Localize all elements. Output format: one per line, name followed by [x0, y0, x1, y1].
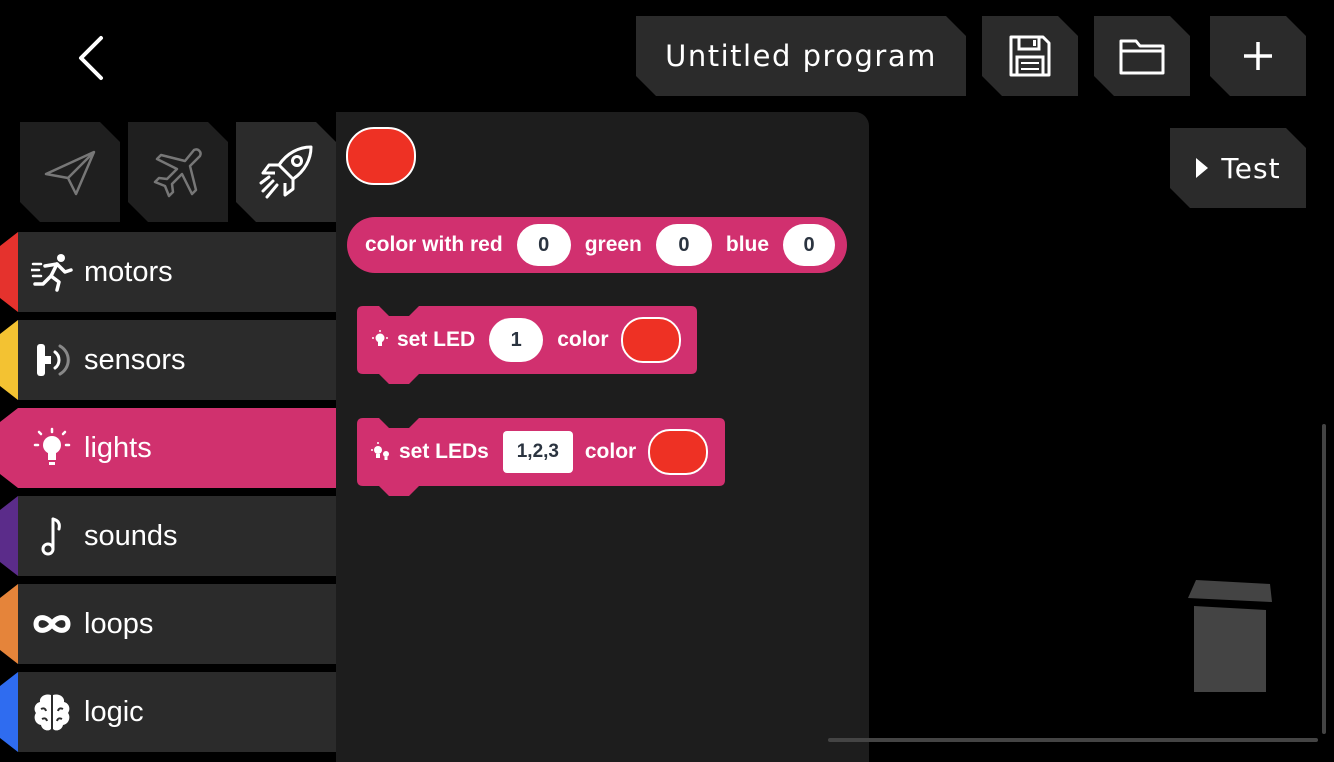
robot-tab-rocket[interactable] — [236, 122, 336, 222]
category-label: lights — [84, 431, 152, 464]
blue-label: blue — [725, 233, 770, 256]
sensor-icon — [30, 338, 74, 382]
color-with-red-label: color with red — [365, 233, 503, 256]
green-label: green — [584, 233, 642, 256]
robot-tab-airplane[interactable] — [128, 122, 228, 222]
led-index-input[interactable]: 1 — [489, 318, 544, 362]
category-sounds[interactable]: sounds — [0, 496, 336, 576]
back-button[interactable] — [60, 28, 120, 88]
category-loops[interactable]: loops — [0, 584, 336, 664]
set-leds-label: set LEDs — [399, 440, 489, 463]
robot-tab-paper-plane[interactable] — [20, 122, 120, 222]
set-led-color-label: color — [557, 328, 609, 351]
category-label: sounds — [84, 519, 178, 552]
trash-can-icon — [1188, 580, 1272, 692]
play-triangle-icon — [1195, 157, 1209, 179]
running-person-icon — [30, 250, 74, 294]
test-button[interactable]: Test — [1170, 128, 1306, 208]
red-value-input[interactable]: 0 — [516, 224, 571, 266]
horizontal-scrollbar[interactable] — [828, 738, 1318, 742]
program-title-text: Untitled program — [665, 39, 937, 73]
category-label: motors — [84, 255, 173, 288]
save-button[interactable] — [982, 16, 1078, 96]
music-note-icon — [30, 514, 74, 558]
led-index-value: 1 — [510, 328, 522, 351]
category-color-stripe — [0, 672, 18, 752]
category-lights[interactable]: lights — [0, 408, 336, 488]
open-folder-button[interactable] — [1094, 16, 1190, 96]
paper-plane-icon — [42, 144, 98, 200]
set-led-block[interactable]: set LED 1 color — [357, 306, 697, 386]
lightbulb-icon — [30, 426, 74, 470]
category-sensors[interactable]: sensors — [0, 320, 336, 400]
category-color-stripe — [0, 320, 18, 400]
category-label: logic — [84, 695, 144, 728]
blue-value: 0 — [803, 233, 815, 256]
infinity-icon — [30, 602, 74, 646]
color-with-rgb-block[interactable]: color with red 0 green 0 blue 0 — [347, 217, 847, 273]
set-leds-block[interactable]: set LEDs 1,2,3 color — [357, 418, 725, 498]
brain-icon — [30, 690, 74, 734]
category-motors[interactable]: motors — [0, 232, 336, 312]
program-title[interactable]: Untitled program — [636, 16, 966, 96]
lightbulb-icon — [372, 330, 388, 346]
green-value: 0 — [678, 233, 690, 256]
category-logic[interactable]: logic — [0, 672, 336, 752]
new-program-button[interactable] — [1210, 16, 1306, 96]
red-value: 0 — [538, 233, 550, 256]
airplane-icon — [150, 144, 206, 200]
chevron-left-icon — [79, 36, 103, 80]
set-leds-color-label: color — [584, 440, 637, 463]
led-color-swatch[interactable] — [620, 317, 681, 363]
category-label: loops — [84, 607, 154, 640]
green-value-input[interactable]: 0 — [655, 224, 712, 266]
trash-button[interactable] — [1186, 580, 1276, 696]
floppy-disk-icon — [1007, 33, 1053, 79]
color-swatch-block[interactable] — [346, 127, 416, 185]
vertical-scrollbar[interactable] — [1322, 424, 1326, 734]
category-color-stripe — [0, 408, 18, 488]
set-led-label: set LED — [397, 328, 476, 351]
test-button-label: Test — [1221, 151, 1281, 185]
led-indices-input[interactable]: 1,2,3 — [502, 431, 573, 473]
category-label: sensors — [84, 343, 186, 376]
category-color-stripe — [0, 232, 18, 312]
led-indices-value: 1,2,3 — [516, 441, 559, 462]
lightbulbs-icon — [371, 442, 389, 460]
category-color-stripe — [0, 496, 18, 576]
rocket-icon — [255, 141, 317, 203]
leds-color-swatch[interactable] — [648, 429, 709, 475]
folder-icon — [1118, 35, 1166, 77]
category-color-stripe — [0, 584, 18, 664]
blue-value-input[interactable]: 0 — [783, 224, 836, 266]
plus-icon — [1242, 40, 1274, 72]
